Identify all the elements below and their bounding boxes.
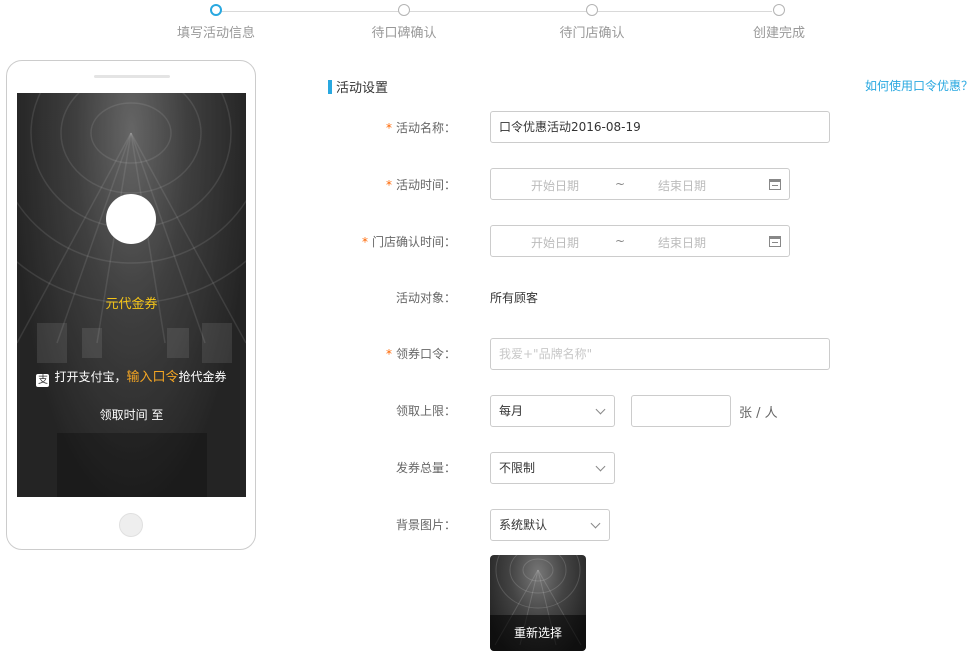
range-separator: ~ xyxy=(615,177,626,191)
stepper-line xyxy=(216,11,772,12)
activity-target-label: 活动对象： xyxy=(395,291,456,305)
step-store-confirm: 待门店确认 xyxy=(532,4,652,41)
calendar-icon[interactable] xyxy=(769,179,781,190)
coupon-code-label: * 领券口令： xyxy=(385,347,456,361)
background-thumbnail[interactable]: 重新选择 xyxy=(490,555,586,651)
phone-preview: 元代金券 支打开支付宝，输入口令抢代金券 领取时间 至 xyxy=(6,60,256,550)
phone-screen: 元代金券 支打开支付宝，输入口令抢代金券 领取时间 至 xyxy=(17,93,246,497)
step-fill-info: 填写活动信息 xyxy=(156,4,276,41)
phone-home-button xyxy=(119,513,143,537)
progress-stepper: 填写活动信息 待口碑确认 待门店确认 创建完成 xyxy=(0,0,976,45)
step-dot-icon xyxy=(586,4,598,16)
store-confirm-time-label: * 门店确认时间： xyxy=(361,235,456,249)
receive-time-text: 领取时间 至 xyxy=(99,408,164,422)
select-value: 每月 xyxy=(499,404,524,418)
step-label: 填写活动信息 xyxy=(176,26,255,41)
step-label: 创建完成 xyxy=(752,26,805,41)
reselect-button[interactable]: 重新选择 xyxy=(490,615,586,651)
required-mark: * xyxy=(385,178,392,192)
total-issue-select[interactable]: 不限制 xyxy=(490,452,615,484)
required-mark: * xyxy=(385,347,392,361)
select-value: 不限制 xyxy=(499,461,536,475)
promo-suffix: 抢代金券 xyxy=(178,370,227,384)
alipay-icon: 支 xyxy=(36,374,50,387)
activity-name-label: * 活动名称： xyxy=(385,121,456,135)
section-title: 活动设置 xyxy=(328,77,388,96)
chevron-down-icon xyxy=(595,461,606,472)
store-confirm-time-range-picker[interactable]: 开始日期 ~ 结束日期 xyxy=(490,225,790,257)
receive-limit-unit: 张 / 人 xyxy=(739,406,778,421)
chevron-down-icon xyxy=(590,518,601,529)
end-date-field[interactable]: 结束日期 xyxy=(658,177,706,194)
activity-time-range-picker[interactable]: 开始日期 ~ 结束日期 xyxy=(490,168,790,200)
promo-text: 支打开支付宝，输入口令抢代金券 xyxy=(17,366,246,387)
required-mark: * xyxy=(385,121,392,135)
start-date-field[interactable]: 开始日期 xyxy=(531,177,579,194)
receive-limit-count-input[interactable] xyxy=(631,395,731,427)
required-mark: * xyxy=(361,235,368,249)
step-dot-icon xyxy=(210,4,222,16)
promo-prefix: 打开支付宝， xyxy=(54,370,127,384)
activity-name-input[interactable]: 口令优惠活动2016-08-19 xyxy=(490,111,830,143)
phone-speaker xyxy=(94,75,170,78)
step-label: 待口碑确认 xyxy=(371,26,437,41)
activity-target-value: 所有顾客 xyxy=(490,291,539,305)
help-link[interactable]: 如何使用口令优惠？ xyxy=(865,77,973,94)
start-date-field[interactable]: 开始日期 xyxy=(531,234,579,251)
receive-limit-period-select[interactable]: 每月 xyxy=(490,395,615,427)
step-dot-icon xyxy=(398,4,410,16)
select-value: 系统默认 xyxy=(499,518,548,532)
total-issue-label: 发券总量： xyxy=(395,461,456,475)
step-label: 待门店确认 xyxy=(559,26,625,41)
promo-highlight: 输入口令 xyxy=(126,370,179,385)
range-separator: ~ xyxy=(615,234,626,248)
brand-logo-placeholder xyxy=(106,194,156,244)
background-image-select[interactable]: 系统默认 xyxy=(490,509,610,541)
chevron-down-icon xyxy=(595,404,606,415)
activity-time-label: * 活动时间： xyxy=(385,178,456,192)
background-image-label: 背景图片： xyxy=(395,518,456,532)
receive-limit-label: 领取上限： xyxy=(395,404,456,418)
coupon-code-input[interactable]: 我爱+"品牌名称" xyxy=(490,338,830,370)
end-date-field[interactable]: 结束日期 xyxy=(658,234,706,251)
step-dot-icon xyxy=(773,4,785,16)
coupon-name: 元代金券 xyxy=(105,297,158,312)
calendar-icon[interactable] xyxy=(769,236,781,247)
step-created: 创建完成 xyxy=(719,4,839,41)
step-koubei-confirm: 待口碑确认 xyxy=(344,4,464,41)
